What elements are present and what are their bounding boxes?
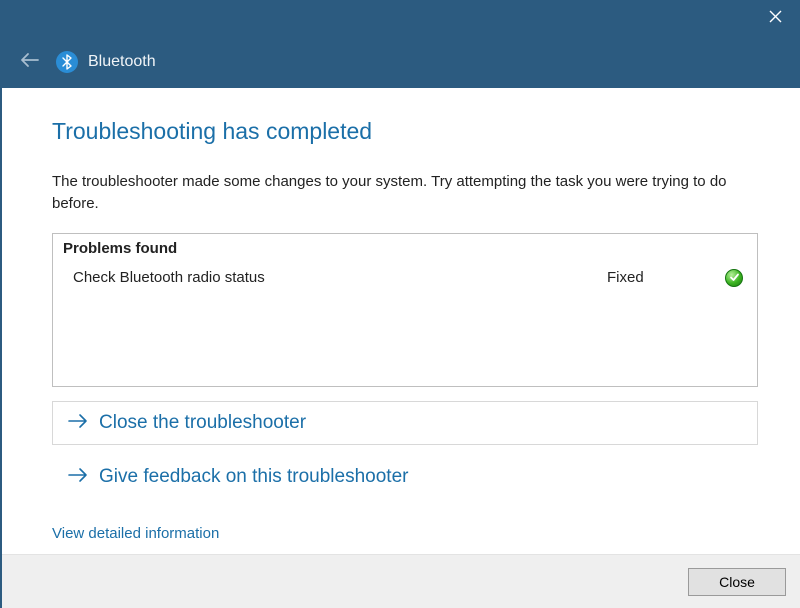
view-detailed-info-link[interactable]: View detailed information <box>52 525 219 542</box>
content-area: Troubleshooting has completed The troubl… <box>2 88 800 554</box>
problem-row: Check Bluetooth radio status Fixed <box>53 261 757 295</box>
titlebar <box>2 0 800 36</box>
close-troubleshooter-label: Close the troubleshooter <box>99 412 306 434</box>
description-text: The troubleshooter made some changes to … <box>52 171 758 215</box>
close-troubleshooter-option[interactable]: Close the troubleshooter <box>52 401 758 445</box>
arrow-right-icon <box>67 413 89 433</box>
header-title-group: Bluetooth <box>56 51 156 73</box>
back-arrow-icon[interactable] <box>20 52 40 72</box>
give-feedback-option[interactable]: Give feedback on this troubleshooter <box>52 455 758 499</box>
page-title: Troubleshooting has completed <box>52 118 758 145</box>
check-icon <box>725 269 743 287</box>
problem-status: Fixed <box>607 269 717 286</box>
close-icon[interactable] <box>769 10 782 26</box>
header-title: Bluetooth <box>88 53 156 71</box>
bluetooth-icon <box>56 51 78 73</box>
footer: Close <box>2 554 800 608</box>
problems-panel: Problems found Check Bluetooth radio sta… <box>52 233 758 387</box>
troubleshooter-window: Bluetooth Troubleshooting has completed … <box>0 0 800 608</box>
header-strip: Bluetooth <box>2 36 800 88</box>
arrow-right-icon <box>67 467 89 487</box>
close-button[interactable]: Close <box>688 568 786 596</box>
problem-status-icon-wrap <box>717 269 743 287</box>
problem-name: Check Bluetooth radio status <box>73 269 607 286</box>
problems-header: Problems found <box>53 234 757 261</box>
give-feedback-label: Give feedback on this troubleshooter <box>99 466 408 488</box>
